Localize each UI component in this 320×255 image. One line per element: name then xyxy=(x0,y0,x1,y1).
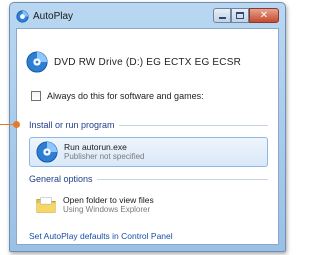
autoplay-icon xyxy=(16,10,29,23)
autoplay-window: AutoPlay ✕ DVD RW Drive (D:) EG ECTX EG … xyxy=(9,2,286,252)
close-icon: ✕ xyxy=(259,9,269,21)
general-section-title: General options xyxy=(29,174,93,184)
section-divider xyxy=(118,124,268,126)
general-section-header: General options xyxy=(29,174,268,184)
install-section-header: Install or run program xyxy=(29,120,268,130)
run-autorun-text: Run autorun.exe Publisher not specified xyxy=(64,142,145,162)
close-button[interactable]: ✕ xyxy=(249,8,279,23)
run-autorun-option[interactable]: Run autorun.exe Publisher not specified xyxy=(29,137,268,167)
window-title: AutoPlay xyxy=(33,11,74,22)
always-do-this-label: Always do this for software and games: xyxy=(47,91,204,101)
folder-icon xyxy=(36,197,56,213)
always-do-this-row[interactable]: Always do this for software and games: xyxy=(31,91,204,101)
window-controls: ✕ xyxy=(213,8,279,24)
always-do-this-checkbox[interactable] xyxy=(31,91,41,101)
callout-dot xyxy=(13,121,20,128)
control-panel-link[interactable]: Set AutoPlay defaults in Control Panel xyxy=(29,231,173,241)
section-divider xyxy=(96,178,268,180)
open-folder-option[interactable]: Open folder to view files Using Windows … xyxy=(29,190,268,220)
maximize-button[interactable] xyxy=(231,8,249,23)
drive-header: DVD RW Drive (D:) EG ECTX EG ECSR xyxy=(26,51,241,73)
install-section-title: Install or run program xyxy=(29,120,115,130)
open-folder-subtitle: Using Windows Explorer xyxy=(63,205,151,214)
maximize-icon xyxy=(236,12,244,19)
run-program-icon xyxy=(36,141,58,163)
title-bar[interactable]: AutoPlay ✕ xyxy=(10,3,285,29)
open-folder-title: Open folder to view files xyxy=(63,195,154,205)
minimize-icon xyxy=(218,17,226,19)
run-autorun-subtitle: Publisher not specified xyxy=(64,152,145,161)
dialog-content: DVD RW Drive (D:) EG ECTX EG ECSR Always… xyxy=(16,28,279,245)
minimize-button[interactable] xyxy=(213,8,231,23)
drive-label: DVD RW Drive (D:) EG ECTX EG ECSR xyxy=(54,56,241,68)
dvd-drive-icon xyxy=(26,51,48,73)
open-folder-text: Open folder to view files Using Windows … xyxy=(63,195,154,215)
run-autorun-title: Run autorun.exe xyxy=(64,142,127,152)
